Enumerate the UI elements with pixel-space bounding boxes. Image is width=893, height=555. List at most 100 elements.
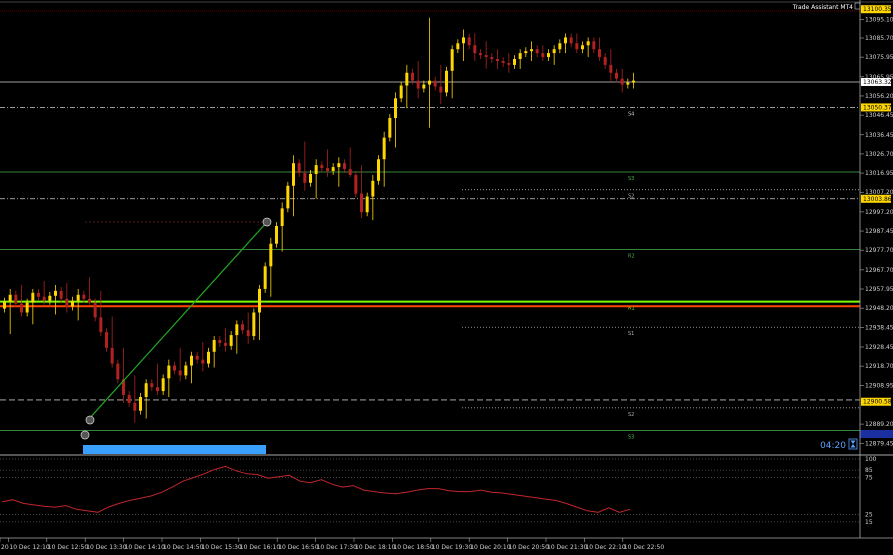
rsi-tick-label: 75 (865, 475, 873, 482)
time-tick-label: 10 Dec 18:50 (393, 544, 434, 551)
price-tag-label: 13100.35 (863, 6, 892, 13)
candle-body (360, 193, 363, 213)
session-timer-bar (83, 445, 266, 454)
candle-body (241, 324, 244, 331)
candle-body (286, 185, 290, 209)
anchor-point-mid[interactable] (85, 415, 95, 425)
candle-body (541, 53, 545, 58)
candle-body (592, 41, 596, 50)
candle-body (263, 266, 267, 289)
candle-body (201, 359, 205, 364)
candle-body (184, 365, 188, 376)
candle-body (314, 165, 318, 174)
level-label: S1 (628, 331, 634, 337)
price-tick-label: 12879.45 (865, 440, 893, 447)
candle-body (93, 302, 97, 318)
price-tick-label: 12977.70 (865, 247, 893, 254)
candle-body (195, 355, 199, 360)
candle-body (382, 137, 386, 160)
candle-body (303, 172, 307, 183)
candle-body (377, 159, 380, 181)
candle-body (252, 312, 256, 337)
candle-body (59, 290, 63, 299)
time-tick-label: 10 Dec 16:50 (278, 544, 319, 551)
candle-body (490, 57, 494, 60)
time-tick-label: 10 Dec 22:10 (585, 544, 626, 551)
price-tick-label: 12948.20 (865, 305, 893, 312)
candle-body (445, 70, 448, 93)
candle-body (42, 296, 46, 301)
candle-body (433, 80, 437, 87)
level-label: S3 (628, 434, 634, 440)
candle-body (127, 395, 131, 403)
candle-body (569, 37, 573, 44)
anchor-point-low[interactable] (80, 430, 90, 440)
price-tick-label: 12918.70 (865, 363, 893, 370)
anchor-point-top[interactable] (262, 217, 272, 227)
candle-body (501, 60, 505, 63)
candle-body (309, 173, 312, 183)
candle-body (598, 49, 601, 58)
candle-body (82, 294, 86, 299)
candle-body (388, 117, 392, 138)
candle-body (428, 80, 431, 85)
candle-body (467, 37, 471, 46)
candle-body (524, 51, 528, 54)
candle-body (422, 84, 426, 89)
time-tick-label: 10 Dec 14:10 (125, 544, 166, 551)
time-tick-label: 10 Dec 20:50 (509, 544, 550, 551)
candle-body (14, 294, 18, 304)
level-label: S2 (628, 412, 634, 418)
candle-body (280, 208, 284, 227)
candle-body (535, 49, 539, 54)
rsi-tick-label: 25 (865, 512, 873, 519)
candle-body (212, 340, 216, 352)
candle-body (399, 85, 403, 99)
time-tick-label: 10 Dec 22:50 (624, 544, 665, 551)
candle-body (224, 342, 227, 346)
price-tick-label: 13036.45 (865, 132, 893, 139)
candle-body (37, 292, 40, 297)
timer-label: 04:20 (820, 441, 846, 451)
time-tick-label: 10 Dec 14:50 (163, 544, 204, 551)
candle-body (190, 355, 193, 366)
trading-chart[interactable]: S4S3S2R2R1S1S2S3 04:20 Trade Assistant M… (0, 0, 893, 555)
time-tick-label: 10 Dec 18:10 (355, 544, 396, 551)
price-tick-label: 13056.20 (865, 93, 893, 100)
time-tick-label: 10 Dec 17:30 (317, 544, 358, 551)
candle-body (105, 332, 108, 348)
candle-body (161, 378, 165, 392)
candle-body (371, 180, 375, 197)
candle-body (354, 174, 358, 194)
price-tick-label: 13095.10 (865, 17, 893, 24)
price-tick-label: 13046.45 (865, 112, 893, 119)
level-label: R2 (628, 254, 635, 260)
candle-body (603, 57, 607, 65)
candle-body (76, 294, 80, 301)
blue-zone-band (860, 430, 893, 438)
candle-body (462, 37, 465, 44)
time-tick-label: 10 Dec 12:50 (48, 544, 89, 551)
price-tick-label: 13075.95 (865, 54, 893, 61)
price-tag-label: 12900.58 (863, 399, 892, 406)
candle-body (48, 295, 52, 301)
candle-body (558, 43, 562, 50)
candle-body (167, 365, 171, 379)
candle-body (620, 78, 624, 85)
candle-body (269, 243, 273, 267)
candle-body (507, 62, 511, 65)
price-tick-label: 12987.45 (865, 228, 893, 235)
time-tick-label: 10 Dec 12:10 (9, 544, 50, 551)
price-tick-label: 12938.45 (865, 324, 893, 331)
level-label: S3 (628, 176, 634, 182)
candle-body (552, 49, 556, 54)
candle-body (626, 82, 630, 85)
candle-body (473, 45, 477, 54)
candle-body (3, 301, 6, 309)
candle-body (297, 163, 301, 173)
indicator-title: Trade Assistant MT4 (792, 4, 853, 11)
candle-body (144, 383, 148, 397)
candle-body (207, 351, 210, 364)
time-tick-label: 10 Dec 15:30 (201, 544, 242, 551)
candle-body (25, 302, 29, 313)
